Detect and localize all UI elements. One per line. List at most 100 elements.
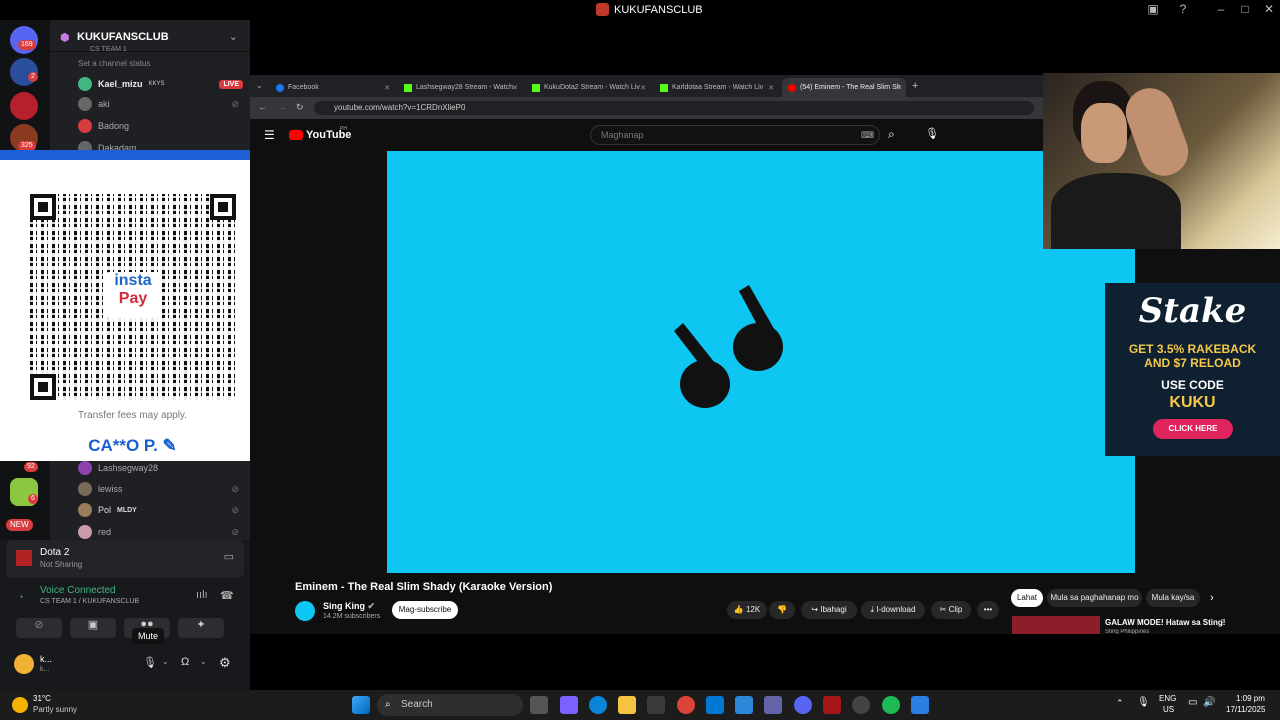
window-title: KUKUFANSCLUB	[596, 3, 703, 16]
maximize-button[interactable]: □	[1234, 2, 1256, 16]
clock-date[interactable]: 17/11/2025	[1226, 705, 1265, 714]
edge-icon[interactable]	[589, 696, 607, 714]
soundboard-button[interactable]: ✦	[178, 618, 224, 638]
chip-from-search[interactable]: Mula sa paghahanap mo	[1047, 589, 1142, 607]
close-button[interactable]: ✕	[1258, 2, 1280, 16]
mail-icon[interactable]	[706, 696, 724, 714]
headphones-icon[interactable]: Ω	[181, 656, 189, 668]
voice-member[interactable]: Pol MLDY ⊘	[78, 501, 243, 519]
reload-icon[interactable]: ↻	[296, 102, 304, 113]
volume-icon[interactable]: 🔊	[1203, 697, 1215, 708]
channel-status[interactable]: Set a channel status	[78, 59, 151, 68]
camera-off-icon[interactable]: ⊘	[16, 618, 62, 638]
channel-avatar[interactable]	[295, 601, 315, 621]
tab-list-icon[interactable]: ⌄	[256, 81, 263, 90]
voice-member[interactable]: Badong	[78, 117, 243, 135]
browser-tab[interactable]: Lashsegway28 Stream - Watch ✕	[398, 78, 522, 97]
clock-time[interactable]: 1:09 pm	[1236, 694, 1265, 703]
close-tab-icon[interactable]: ✕	[512, 84, 518, 92]
start-button[interactable]	[352, 696, 370, 714]
search-input[interactable]: Maghanap	[590, 125, 880, 145]
disconnect-icon[interactable]: ☎	[220, 589, 234, 602]
voice-member[interactable]: red ⊘	[78, 523, 243, 541]
server-header[interactable]: ⬢ KUKUFANSCLUB ⌄	[50, 20, 250, 52]
recommended-title[interactable]: GALAW MODE! Hataw sa Sting!	[1105, 618, 1225, 627]
screen-share-button[interactable]: ▣	[70, 618, 116, 638]
user-avatar[interactable]	[14, 654, 34, 674]
more-vert-icon[interactable]: ⋮	[1218, 618, 1226, 627]
browser-tab-active[interactable]: (54) Eminem - The Real Slim Sh ✕	[782, 78, 906, 97]
url-input[interactable]: youtube.com/watch?v=1CRDnXlieP0	[314, 101, 1034, 115]
voice-status[interactable]: Voice Connected	[40, 585, 116, 596]
app-icon[interactable]	[735, 696, 753, 714]
screen-share-icon[interactable]: ▭	[224, 550, 234, 563]
chevron-down-icon[interactable]: ⌄	[162, 657, 169, 666]
network-icon[interactable]: ▭	[1188, 697, 1197, 708]
voice-member[interactable]: aki ⊘	[78, 95, 243, 113]
language-region[interactable]: US	[1163, 705, 1174, 714]
share-button[interactable]: ↪ Ibahagi	[801, 601, 857, 619]
keyboard-icon[interactable]: ⌨	[861, 130, 874, 141]
taskbar-search[interactable]: ⌕ Search	[377, 694, 523, 716]
dota-icon[interactable]	[823, 696, 841, 714]
voice-member[interactable]: Lashsegway28	[78, 459, 243, 477]
task-view-icon[interactable]	[530, 696, 548, 714]
voice-member[interactable]: lewiss ⊘	[78, 480, 243, 498]
language[interactable]: ENG	[1159, 694, 1176, 703]
chevron-down-icon[interactable]: ⌄	[200, 657, 207, 666]
chevron-right-icon[interactable]: ›	[1210, 592, 1214, 604]
minimize-button[interactable]: –	[1210, 2, 1232, 16]
forward-icon[interactable]: →	[278, 102, 287, 112]
voice-channel[interactable]: CS TEAM 1 / KUKUFANSCLUB	[40, 598, 139, 605]
microphone-icon[interactable]: 🎙	[143, 656, 157, 669]
recommended-thumbnail[interactable]	[1012, 616, 1100, 634]
new-tab-icon[interactable]: +	[912, 80, 918, 92]
voice-search-icon[interactable]: 🎙	[925, 127, 939, 140]
clip-button[interactable]: ✂ Clip	[931, 601, 971, 619]
help-icon[interactable]: ?	[1172, 2, 1194, 16]
avatar	[78, 461, 92, 475]
temperature[interactable]: 31°C	[33, 694, 51, 703]
close-tab-icon[interactable]: ✕	[768, 84, 774, 92]
inbox-icon[interactable]: ▣	[1142, 2, 1164, 16]
stake-ad[interactable]: Stake GET 3.5% RAKEBACK AND $7 RELOAD US…	[1105, 283, 1280, 456]
dislike-button[interactable]: 👎	[769, 601, 795, 619]
mentions-badge: 6	[28, 494, 38, 504]
weather-icon	[12, 697, 28, 713]
close-tab-icon[interactable]: ✕	[640, 84, 646, 92]
notepad-icon[interactable]	[911, 696, 929, 714]
chip-all[interactable]: Lahat	[1011, 589, 1043, 607]
close-tab-icon[interactable]: ✕	[384, 84, 390, 92]
chrome-icon[interactable]	[677, 696, 695, 714]
browser-tab[interactable]: Karldotaa Stream - Watch Liv ✕	[654, 78, 778, 97]
download-button[interactable]: ⤓ I-download	[861, 601, 925, 619]
discord-icon[interactable]	[794, 696, 812, 714]
gear-icon[interactable]: ⚙	[219, 655, 231, 671]
subscribe-button[interactable]: Mag-subscribe	[392, 601, 458, 619]
like-button[interactable]: 👍 12K	[727, 601, 767, 619]
back-icon[interactable]: ←	[258, 102, 267, 112]
channel-name[interactable]: Sing King ✔	[323, 601, 375, 612]
copilot-icon[interactable]	[560, 696, 578, 714]
search-icon[interactable]: ⌕	[888, 127, 895, 142]
chevron-up-icon[interactable]: ⌃	[1116, 698, 1124, 709]
chip-from-channel[interactable]: Mula kay/sa	[1146, 589, 1200, 607]
microphone-icon[interactable]: 🎙	[1137, 697, 1150, 708]
app-icon[interactable]	[852, 696, 870, 714]
username[interactable]: k...	[40, 654, 52, 664]
video-player[interactable]	[387, 151, 1135, 573]
menu-icon[interactable]: ☰	[264, 128, 275, 142]
click-here-button[interactable]: CLICK HERE	[1153, 419, 1233, 439]
spotify-icon[interactable]	[882, 696, 900, 714]
soundboard-icon[interactable]: ıılı	[196, 589, 208, 601]
browser-tab[interactable]: KukuDota2 Stream - Watch Liv ✕	[526, 78, 650, 97]
close-tab-icon[interactable]: ✕	[896, 84, 902, 92]
more-actions-button[interactable]: •••	[977, 601, 999, 619]
voice-member[interactable]: Kael_mizu KKYS LIVE	[78, 75, 243, 93]
teams-icon[interactable]	[764, 696, 782, 714]
browser-tab[interactable]: Facebook ✕	[270, 78, 394, 97]
store-icon[interactable]	[647, 696, 665, 714]
server-icon[interactable]	[10, 92, 38, 120]
file-explorer-icon[interactable]	[618, 696, 636, 714]
weather-status[interactable]: Partly sunny	[33, 705, 77, 714]
